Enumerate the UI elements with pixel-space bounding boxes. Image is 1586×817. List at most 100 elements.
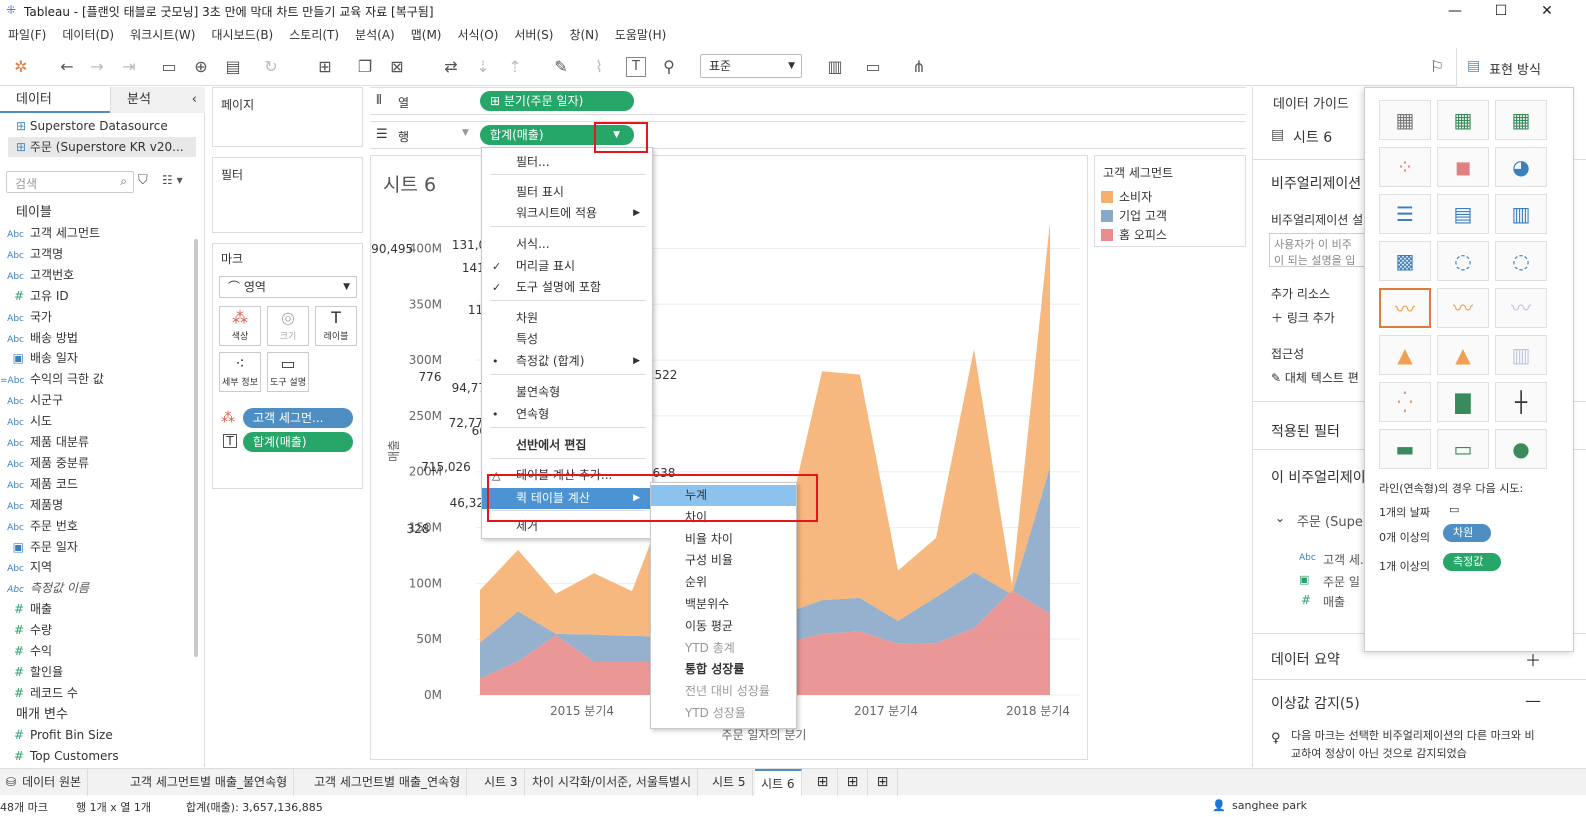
datasource-item[interactable]: ⊞ Superstore Datasource	[16, 119, 168, 133]
show-me-button[interactable]: ▤ 표현 방식	[1456, 48, 1586, 86]
side-by-side-bars-icon[interactable]: ▥	[1495, 194, 1547, 234]
field-item[interactable]: Abc 고객명	[0, 244, 63, 265]
submenu-item[interactable]: 백분위수	[651, 594, 796, 615]
replay-icon[interactable]: ⇥	[118, 56, 140, 78]
sheet-tab[interactable]: 시트 6	[755, 769, 802, 796]
submenu-item[interactable]: 순위	[651, 572, 796, 593]
field-item[interactable]: # 수량	[0, 620, 52, 641]
color-button[interactable]: ⁂ 색상	[219, 306, 261, 346]
datasource-tab[interactable]: ⛁ 데이터 원본	[0, 769, 89, 796]
side-by-side-circles-icon[interactable]: ◌	[1495, 241, 1547, 281]
minimize-button[interactable]: —	[1432, 0, 1478, 22]
datasource-item-selected[interactable]: ⊞ 주문 (Superstore KR v20...	[8, 137, 196, 157]
circle-views-icon[interactable]: ◌	[1437, 241, 1489, 281]
sort-desc-icon[interactable]: ⇡	[504, 56, 526, 78]
pause-update-icon[interactable]: ▤	[222, 56, 244, 78]
treemap-icon[interactable]: ▩	[1379, 241, 1431, 281]
rows-shelf[interactable]: ☰ 행 ▼ 합계(매출) ▼	[370, 121, 1246, 149]
collapse-icon[interactable]: ‹	[192, 87, 197, 113]
undo-icon[interactable]: ←	[56, 56, 78, 78]
new-datasource-icon[interactable]: ⊕	[190, 56, 212, 78]
context-menu-item[interactable]: 특성	[482, 329, 652, 350]
sheet-tab[interactable]: 차이 시각화/이서준, 서울특별시	[526, 769, 699, 796]
submenu-item[interactable]: 구성 비율	[651, 550, 796, 571]
chevron-down-icon[interactable]: ⌄	[1275, 511, 1285, 525]
field-item[interactable]: Abc 제품 대분류	[0, 432, 89, 453]
fix-axes-icon[interactable]: ⚲	[658, 56, 680, 78]
line-continuous-icon[interactable]: 〰	[1379, 288, 1431, 328]
context-menu-item[interactable]: 불연속형	[482, 382, 652, 403]
pie-chart-icon[interactable]: ◕	[1495, 147, 1547, 187]
horizontal-bars-icon[interactable]: ☰	[1379, 194, 1431, 234]
show-cards-icon[interactable]: ▥	[824, 56, 846, 78]
context-menu-item[interactable]: 필터...	[482, 152, 652, 173]
add-link-button[interactable]: ＋ 링크 추가	[1271, 309, 1335, 326]
symbol-map-icon[interactable]: ⁘	[1379, 147, 1431, 187]
gantt-chart-icon[interactable]: ▬	[1379, 429, 1431, 469]
context-menu-item[interactable]: • 연속형	[482, 404, 652, 425]
submenu-item[interactable]: YTD 성장율	[651, 703, 796, 724]
menu-item[interactable]: 대시보드(B)	[211, 24, 273, 46]
context-menu-item[interactable]: 워크시트에 적용 ▶	[482, 203, 652, 224]
close-button[interactable]: ✕	[1524, 0, 1570, 22]
line-discrete-icon[interactable]: 〰	[1437, 288, 1489, 328]
new-dashboard-icon[interactable]: ⊞	[838, 769, 868, 796]
columns-pill[interactable]: ⊞ 분기(주문 일자)	[480, 91, 634, 111]
detail-button[interactable]: ⁖ 세부 정보	[219, 352, 261, 392]
view-options-icon[interactable]: ☷ ▾	[162, 173, 183, 187]
field-item[interactable]: Abc 지역	[0, 557, 52, 578]
packed-bubbles-icon[interactable]: ●	[1495, 429, 1547, 469]
sheet-tab[interactable]: 고객 세그먼트별 매출_불연속형	[124, 769, 295, 796]
submenu-item[interactable]: 이동 평균	[651, 616, 796, 637]
size-button[interactable]: ◎ 크기	[267, 306, 309, 346]
field-item[interactable]: # 수익	[0, 641, 52, 662]
field-item[interactable]: =Abc 수익의 극한 값	[0, 369, 104, 390]
maximize-button[interactable]: ☐	[1478, 0, 1524, 22]
field-item[interactable]: # 할인율	[0, 662, 63, 683]
field-item[interactable]: Abc 시도	[0, 411, 52, 432]
menu-item[interactable]: 도움말(H)	[615, 24, 667, 46]
text-table-icon[interactable]: ▦	[1379, 100, 1431, 140]
menu-item[interactable]: 워크시트(W)	[130, 24, 195, 46]
new-worksheet-icon[interactable]: ⊞	[314, 56, 336, 78]
alt-text-button[interactable]: ✎ 대체 텍스트 편	[1271, 369, 1359, 386]
field-item[interactable]: # 고유 ID	[0, 286, 69, 307]
tab-data[interactable]: 데이터	[0, 87, 110, 113]
field-item[interactable]: Abc 국가	[0, 307, 52, 328]
field-item[interactable]: ▣ 배송 일자	[0, 348, 78, 369]
context-menu-item[interactable]: ✓ 머리글 표시	[482, 256, 652, 277]
field-item[interactable]: # 레코드 수	[0, 683, 78, 704]
box-and-whisker-icon[interactable]: ┼	[1495, 382, 1547, 422]
search-input[interactable]: 검색 ⌕	[6, 171, 134, 193]
field-item[interactable]: ▣ 주문 일자	[0, 537, 78, 558]
show-labels-icon[interactable]: T	[626, 57, 646, 77]
submenu-item[interactable]: 비율 차이	[651, 529, 796, 550]
legend-item[interactable]: 기업 고객	[1101, 207, 1167, 223]
sheet-tab[interactable]: 고객 세그먼트별 매출_연속형	[308, 769, 468, 796]
menu-item[interactable]: 분석(A)	[355, 24, 395, 46]
field-item[interactable]: Abc 주문 번호	[0, 516, 78, 537]
tooltip-button[interactable]: ▭ 도구 설명	[267, 352, 309, 392]
context-menu-item[interactable]: ✓ 도구 설명에 포함	[482, 277, 652, 298]
legend-item[interactable]: 소비자	[1101, 188, 1152, 204]
filter-icon[interactable]: ⛉	[138, 173, 148, 188]
scrollbar[interactable]	[194, 239, 198, 657]
field-item[interactable]: Abc 배송 방법	[0, 328, 78, 349]
new-story-icon[interactable]: ⊞	[868, 769, 898, 796]
field-item[interactable]: Abc 측정값 이름	[0, 578, 89, 599]
context-menu-item[interactable]: 차원	[482, 308, 652, 329]
submenu-item[interactable]: 통합 성장률	[651, 659, 796, 680]
stacked-bars-icon[interactable]: ▤	[1437, 194, 1489, 234]
sheet-tab[interactable]: 시트 5	[706, 769, 753, 796]
field-item[interactable]: Abc 제품명	[0, 495, 63, 516]
dual-combination-icon[interactable]: ▥	[1495, 335, 1547, 375]
field-item[interactable]: Abc 고객 세그먼트	[0, 223, 100, 244]
pages-card[interactable]: 페이지	[212, 87, 363, 147]
tableau-home-icon[interactable]: ✲	[10, 56, 32, 78]
columns-shelf[interactable]: ⦀ 열 ⊞ 분기(주문 일자)	[370, 87, 1246, 115]
area-continuous-icon[interactable]: ▲	[1379, 335, 1431, 375]
presentation-mode-icon[interactable]: ▭	[862, 56, 884, 78]
mark-pill-color[interactable]: 고객 세그먼...	[243, 408, 353, 428]
area-discrete-icon[interactable]: ▲	[1437, 335, 1489, 375]
collapse-icon[interactable]: —	[1525, 691, 1541, 710]
